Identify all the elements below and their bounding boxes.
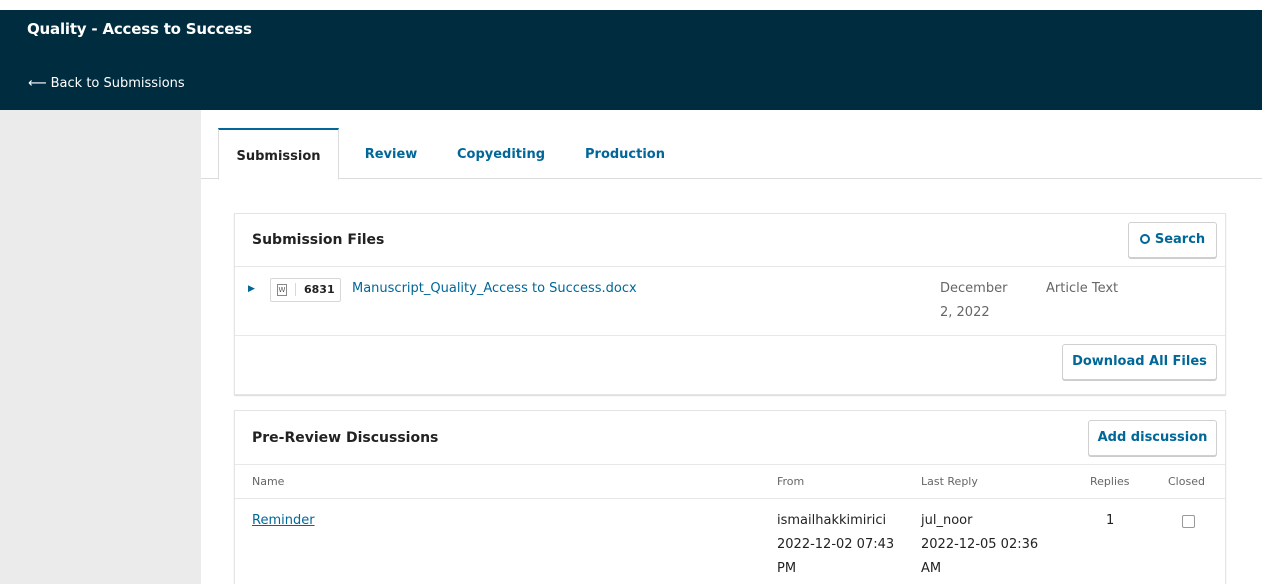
tab-production[interactable]: Production — [575, 128, 675, 179]
discussion-reply-ampm: AM — [921, 561, 942, 576]
discussions-title: Pre-Review Discussions — [252, 430, 439, 446]
discussion-closed-checkbox[interactable] — [1182, 515, 1195, 528]
download-all-files-button[interactable]: Download All Files — [1062, 344, 1217, 380]
panel-divider — [235, 464, 1225, 465]
discussion-reply-user: jul_noor — [921, 513, 973, 528]
tab-copyediting[interactable]: Copyediting — [445, 128, 557, 179]
workflow-tabs: Submission Review Copyediting Production — [201, 110, 1262, 180]
search-button[interactable]: Search — [1128, 222, 1217, 258]
discussion-replies-count: 1 — [1106, 513, 1115, 528]
arrow-left-icon: ⟵ — [28, 76, 47, 91]
discussion-reply-date: 2022-12-05 02:36 — [921, 537, 1039, 552]
back-link-label: Back to Submissions — [50, 76, 185, 91]
app-title: Quality - Access to Success — [27, 20, 252, 38]
file-id-badge: W 6831 — [270, 278, 341, 302]
table-header-divider — [235, 498, 1225, 499]
left-sidebar — [0, 110, 201, 584]
column-header-from: From — [777, 475, 805, 488]
search-icon — [1139, 234, 1150, 244]
panel-divider — [235, 266, 1225, 267]
panel-divider — [235, 335, 1225, 336]
discussion-from-ampm: PM — [777, 561, 797, 576]
discussion-from-user: ismailhakkimirici — [777, 513, 887, 528]
column-header-last-reply: Last Reply — [921, 475, 978, 488]
discussion-name-link[interactable]: Reminder — [252, 513, 315, 528]
expand-caret-icon[interactable]: ▶ — [248, 284, 255, 294]
back-to-submissions-link[interactable]: ⟵ Back to Submissions — [28, 76, 185, 91]
file-name-link[interactable]: Manuscript_Quality_Access to Success.doc… — [352, 281, 637, 296]
discussion-from-date: 2022-12-02 07:43 — [777, 537, 895, 552]
tab-review[interactable]: Review — [353, 128, 429, 179]
add-discussion-button[interactable]: Add discussion — [1088, 420, 1217, 456]
column-header-replies: Replies — [1090, 475, 1130, 488]
file-date-line2: 2, 2022 — [940, 305, 990, 320]
column-header-name: Name — [252, 475, 285, 488]
app-header: Quality - Access to Success ⟵ Back to Sub… — [0, 0, 1262, 110]
file-date-line1: December — [940, 281, 1008, 296]
pre-review-discussions-panel: Pre-Review Discussions Add discussion Na… — [234, 410, 1226, 584]
file-type: Article Text — [1046, 281, 1119, 296]
file-id: 6831 — [295, 283, 335, 296]
tab-submission[interactable]: Submission — [218, 128, 339, 180]
column-header-closed: Closed — [1168, 475, 1205, 488]
submission-files-title: Submission Files — [252, 232, 385, 248]
word-document-icon: W — [277, 284, 287, 296]
submission-files-panel: Submission Files Search ▶ W 6831 Manuscr… — [234, 213, 1226, 395]
